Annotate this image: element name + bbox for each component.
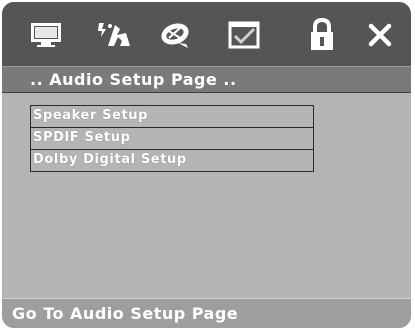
menu-item-label: Speaker Setup <box>33 108 149 123</box>
page-title: .. Audio Setup Page .. <box>30 70 237 89</box>
setup-menu-screen: .. Audio Setup Page .. Speaker Setup SPD… <box>2 2 411 328</box>
dolby-icon[interactable] <box>158 17 194 53</box>
menu-item-label: Dolby Digital Setup <box>33 152 187 167</box>
menu-item-spdif-setup[interactable]: SPDIF Setup <box>30 128 314 150</box>
menu-item-dolby-digital-setup[interactable]: Dolby Digital Setup <box>30 150 314 172</box>
page-title-bar: .. Audio Setup Page .. <box>2 66 411 93</box>
exit-icon[interactable] <box>362 17 398 53</box>
general-setup-icon[interactable] <box>28 17 64 53</box>
audio-setup-icon[interactable] <box>96 17 132 53</box>
status-bar: Go To Audio Setup Page <box>2 298 411 328</box>
preference-icon[interactable] <box>226 17 262 53</box>
menu-item-speaker-setup[interactable]: Speaker Setup <box>30 105 314 128</box>
password-lock-icon[interactable] <box>304 17 340 53</box>
status-text: Go To Audio Setup Page <box>12 304 239 323</box>
audio-setup-menu: Speaker Setup SPDIF Setup Dolby Digital … <box>30 105 314 172</box>
setup-toolbar <box>2 2 411 66</box>
menu-item-label: SPDIF Setup <box>33 130 131 145</box>
